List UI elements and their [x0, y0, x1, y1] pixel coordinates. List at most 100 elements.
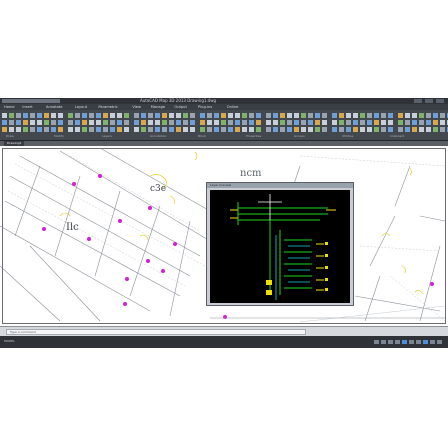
maximize-button[interactable] — [425, 99, 433, 103]
ribbon-tool-icon[interactable] — [155, 120, 160, 125]
ribbon-tool-icon[interactable] — [308, 120, 313, 125]
ribbon-tool-icon[interactable] — [339, 120, 344, 125]
ribbon-tool-icon[interactable] — [367, 120, 372, 125]
ribbon-tool-icon[interactable] — [266, 127, 271, 132]
ribbon-tool-icon[interactable] — [68, 127, 73, 132]
ribbon-tool-icon[interactable] — [228, 120, 233, 125]
ribbon-tool-icon[interactable] — [124, 127, 129, 132]
ribbon-tool-icon[interactable] — [242, 120, 247, 125]
ribbon-tool-icon[interactable] — [82, 113, 87, 118]
fullscreen-icon[interactable] — [437, 340, 442, 344]
ribbon-tool-icon[interactable] — [235, 120, 240, 125]
ribbon-tool-icon[interactable] — [190, 120, 195, 125]
status-space-label[interactable]: MODEL — [4, 339, 15, 343]
ribbon-tool-icon[interactable] — [353, 127, 358, 132]
ribbon-tool-icon[interactable] — [308, 127, 313, 132]
ribbon-tool-icon[interactable] — [412, 120, 417, 125]
ribbon-tool-icon[interactable] — [294, 120, 299, 125]
ribbon-tool-icon[interactable] — [398, 120, 403, 125]
ribbon-tool-icon[interactable] — [214, 113, 219, 118]
ribbon-tool-icon[interactable] — [44, 113, 49, 118]
ribbon-tool-icon[interactable] — [235, 127, 240, 132]
ribbon-tool-icon[interactable] — [51, 127, 56, 132]
ribbon-tool-icon[interactable] — [228, 127, 233, 132]
ribbon-tool-icon[interactable] — [89, 120, 94, 125]
ribbon-tool-icon[interactable] — [58, 120, 63, 125]
ribbon-tool-icon[interactable] — [141, 120, 146, 125]
drawing-canvas[interactable]: c3e Ilc ncm Layer preview — [0, 146, 448, 326]
ribbon-tool-icon[interactable] — [148, 120, 153, 125]
ribbon-tool-icon[interactable] — [235, 113, 240, 118]
ribbon-tool-icon[interactable] — [207, 113, 212, 118]
ribbon-tool-icon[interactable] — [51, 113, 56, 118]
ribbon-tool-icon[interactable] — [23, 127, 28, 132]
ribbon-tool-icon[interactable] — [353, 120, 358, 125]
ribbon-tool-icon[interactable] — [124, 120, 129, 125]
ribbon-tool-icon[interactable] — [75, 127, 80, 132]
ribbon-tool-icon[interactable] — [398, 113, 403, 118]
grid-icon[interactable] — [381, 340, 386, 344]
ribbon-tool-icon[interactable] — [339, 127, 344, 132]
ribbon-tool-icon[interactable] — [110, 120, 115, 125]
ribbon-tool-icon[interactable] — [110, 127, 115, 132]
ribbon-tool-icon[interactable] — [256, 120, 261, 125]
ribbon-tool-icon[interactable] — [183, 127, 188, 132]
ribbon-tool-icon[interactable] — [374, 120, 379, 125]
ribbon-tool-icon[interactable] — [346, 113, 351, 118]
snap-icon[interactable] — [374, 340, 379, 344]
ribbon-tool-icon[interactable] — [381, 127, 386, 132]
ribbon-tool-icon[interactable] — [353, 113, 358, 118]
lineweight-icon[interactable] — [416, 340, 421, 344]
ribbon-tool-icon[interactable] — [23, 120, 28, 125]
ribbon-tool-icon[interactable] — [426, 120, 431, 125]
ribbon-tool-icon[interactable] — [176, 127, 181, 132]
ribbon-tool-icon[interactable] — [82, 127, 87, 132]
ribbon-tool-icon[interactable] — [440, 113, 445, 118]
ribbon-tool-icon[interactable] — [200, 113, 205, 118]
ribbon-tool-icon[interactable] — [346, 127, 351, 132]
ribbon-tool-icon[interactable] — [308, 113, 313, 118]
ribbon-tool-icon[interactable] — [301, 113, 306, 118]
ribbon-tool-icon[interactable] — [169, 113, 174, 118]
ribbon-tool-icon[interactable] — [440, 127, 445, 132]
ribbon-tool-icon[interactable] — [58, 127, 63, 132]
ribbon-tool-icon[interactable] — [221, 127, 226, 132]
ribbon-tool-icon[interactable] — [346, 120, 351, 125]
ribbon-tool-icon[interactable] — [200, 127, 205, 132]
ribbon-tool-icon[interactable] — [68, 113, 73, 118]
ribbon-tool-icon[interactable] — [117, 120, 122, 125]
ribbon-tool-icon[interactable] — [155, 113, 160, 118]
ribbon-tool-icon[interactable] — [426, 113, 431, 118]
ribbon-tool-icon[interactable] — [176, 113, 181, 118]
ribbon-tool-icon[interactable] — [388, 127, 393, 132]
close-button[interactable] — [436, 99, 444, 103]
ribbon-tool-icon[interactable] — [162, 127, 167, 132]
ribbon-tool-icon[interactable] — [9, 113, 14, 118]
ribbon-tool-icon[interactable] — [16, 127, 21, 132]
ribbon-tool-icon[interactable] — [374, 113, 379, 118]
ribbon-tool-icon[interactable] — [301, 127, 306, 132]
ribbon-tool-icon[interactable] — [176, 120, 181, 125]
ribbon-tool-icon[interactable] — [214, 120, 219, 125]
polar-icon[interactable] — [395, 340, 400, 344]
layer-preview-canvas[interactable] — [210, 190, 350, 303]
settings-icon[interactable] — [430, 340, 435, 344]
ribbon-tool-icon[interactable] — [419, 113, 424, 118]
ribbon-tool-icon[interactable] — [419, 120, 424, 125]
ribbon-tool-icon[interactable] — [2, 127, 7, 132]
ribbon-tool-icon[interactable] — [37, 127, 42, 132]
ribbon-tool-icon[interactable] — [412, 113, 417, 118]
ribbon-tool-icon[interactable] — [287, 113, 292, 118]
ribbon-tool-icon[interactable] — [426, 127, 431, 132]
workspace-icon[interactable] — [423, 340, 428, 344]
ribbon-tool-icon[interactable] — [405, 120, 410, 125]
ribbon-tool-icon[interactable] — [280, 113, 285, 118]
ribbon-tool-icon[interactable] — [30, 127, 35, 132]
ortho-icon[interactable] — [388, 340, 393, 344]
ribbon-tool-icon[interactable] — [398, 127, 403, 132]
ribbon-tool-icon[interactable] — [367, 127, 372, 132]
quick-access-toolbar[interactable] — [2, 99, 60, 103]
ribbon-tool-icon[interactable] — [155, 127, 160, 132]
ribbon-tool-icon[interactable] — [266, 120, 271, 125]
ribbon-tool-icon[interactable] — [96, 120, 101, 125]
